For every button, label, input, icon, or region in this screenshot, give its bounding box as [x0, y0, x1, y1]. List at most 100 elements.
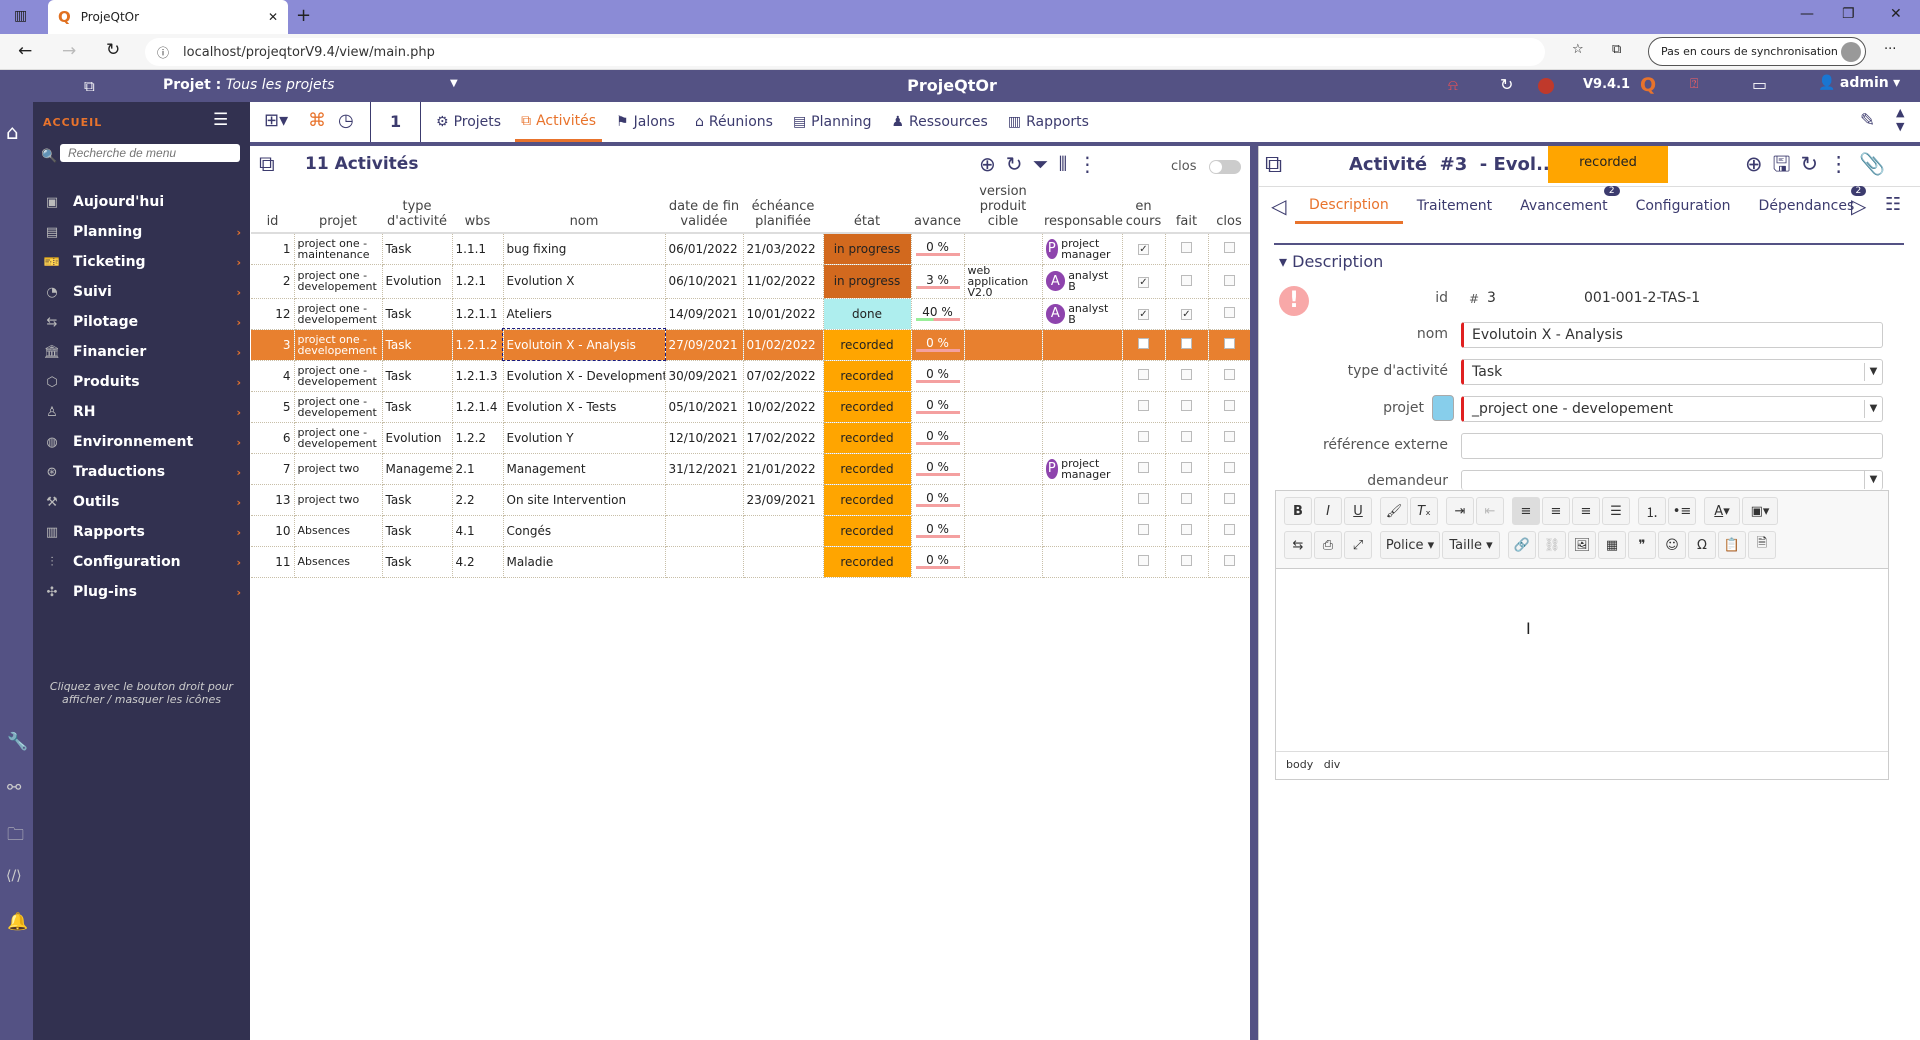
background-color-button[interactable]: ▣▾: [1742, 497, 1778, 525]
panel-splitter[interactable]: [1250, 146, 1258, 1040]
tab-activit-s[interactable]: ⧉ Activités: [515, 102, 603, 142]
link-button[interactable]: 🔗: [1508, 531, 1536, 559]
sidebar-item-traductions[interactable]: ⊛ Traductions ›: [41, 459, 241, 485]
open-count[interactable]: 1: [390, 112, 401, 131]
sidebar-item-aujourd-hui[interactable]: ▣ Aujourd'hui: [41, 189, 241, 215]
list-view-icon[interactable]: ☷: [1885, 194, 1901, 215]
alert-icon[interactable]: ⍾: [1448, 76, 1458, 94]
checkbox-en_cours[interactable]: ✓: [1138, 309, 1149, 320]
table-row[interactable]: 6 project one - developement Evolution 1.2.…: [251, 422, 1251, 454]
text-color-button[interactable]: A ▾: [1704, 497, 1740, 525]
checkbox-clos[interactable]: [1223, 524, 1235, 535]
table-row[interactable]: 4 project one - developement Task 1.2.1.3 Ev…: [251, 360, 1251, 392]
unlink-button[interactable]: ⛓: [1538, 531, 1566, 559]
checkbox-fait[interactable]: [1181, 338, 1192, 349]
external-reference-input[interactable]: [1461, 433, 1883, 459]
outdent-button[interactable]: ⇤: [1476, 497, 1504, 525]
detail-tab-traitement[interactable]: Traitement: [1403, 188, 1506, 224]
align-center-button[interactable]: ≡: [1542, 497, 1570, 525]
table-row[interactable]: 1 project one - maintenance Task 1.1.1 bug f…: [251, 233, 1251, 265]
column-header[interactable]: en cours: [1122, 184, 1165, 234]
indent-button[interactable]: ⇥: [1446, 497, 1474, 525]
sidebar-item-configuration[interactable]: ⫶ Configuration ›: [41, 549, 241, 575]
filter-icon[interactable]: ⏷: [1033, 152, 1059, 176]
size-select[interactable]: Taille ▾: [1442, 531, 1500, 559]
requester-select[interactable]: ▼: [1461, 470, 1883, 490]
underline-button[interactable]: U: [1344, 497, 1372, 525]
column-header[interactable]: wbs: [452, 184, 503, 234]
more-options-icon[interactable]: ⋮: [1828, 152, 1859, 176]
remove-format-button[interactable]: Tₓ: [1410, 497, 1438, 525]
folder-icon[interactable]: 🗀: [7, 822, 24, 851]
checkbox-clos[interactable]: [1223, 400, 1235, 411]
link-icon[interactable]: ⚯: [7, 778, 21, 798]
column-header[interactable]: échéance planifiée: [743, 184, 823, 234]
checkbox-fait[interactable]: [1181, 369, 1192, 380]
column-header[interactable]: id: [251, 184, 294, 234]
column-header[interactable]: projet: [294, 184, 382, 234]
column-header[interactable]: clos: [1208, 184, 1250, 234]
table-row[interactable]: 7project twoManagement2.1Management31/12…: [251, 453, 1251, 485]
edit-icon[interactable]: ✎: [1860, 110, 1875, 131]
columns-icon[interactable]: ⦀: [1059, 152, 1078, 176]
checkbox-fait[interactable]: ✓: [1181, 309, 1192, 320]
closed-toggle[interactable]: [1209, 160, 1241, 174]
checkbox-en_cours[interactable]: [1138, 431, 1149, 442]
detail-tab-avancement[interactable]: Avancement 2: [1506, 186, 1621, 224]
format-painter-button[interactable]: 🖌: [1380, 497, 1408, 525]
monitor-icon[interactable]: ▭: [1752, 75, 1767, 94]
prev-tab-icon[interactable]: ◁: [1271, 194, 1286, 218]
tab-projets[interactable]: ⚙ Projets: [430, 102, 507, 142]
special-char-button[interactable]: Ω: [1688, 531, 1716, 559]
checkbox-en_cours[interactable]: ✓: [1138, 244, 1149, 256]
copy-icon[interactable]: ⊕: [1745, 152, 1773, 176]
checkbox-clos[interactable]: [1223, 431, 1235, 442]
tab-ressources[interactable]: ♟ Ressources: [885, 102, 993, 142]
align-left-button[interactable]: ≡: [1512, 497, 1540, 525]
reload-icon[interactable]: ↻: [106, 40, 120, 60]
restore-icon[interactable]: ❐: [1842, 6, 1855, 22]
column-header[interactable]: type d'activité: [382, 184, 452, 234]
user-menu[interactable]: 👤 admin ▾: [1818, 75, 1900, 91]
table-row[interactable]: 13 project two Task 2.2 On site Intervention…: [251, 484, 1251, 516]
table-row[interactable]: 10 Absences Task 4.1 Congés recorded 0 %: [251, 515, 1251, 547]
tab-jalons[interactable]: ⚑ Jalons: [610, 102, 681, 142]
sidebar-item-planning[interactable]: ▤ Planning ›: [41, 219, 241, 245]
image-button[interactable]: 🖼: [1568, 531, 1596, 559]
url-input[interactable]: ⓘ localhost/projeqtorV9.4/view/main.php: [145, 38, 1545, 66]
checkbox-clos[interactable]: [1223, 493, 1235, 504]
new-tab-icon[interactable]: +: [296, 5, 311, 26]
sidebar-item-environnement[interactable]: ◍ Environnement ›: [41, 429, 241, 455]
source-button[interactable]: 🗎: [1748, 531, 1776, 559]
checkbox-fait[interactable]: [1181, 274, 1192, 286]
history-icon[interactable]: ◷: [338, 110, 354, 131]
checkbox-en_cours[interactable]: [1138, 462, 1149, 473]
checkbox-en_cours[interactable]: [1138, 400, 1149, 411]
bullet-list-button[interactable]: •≡: [1668, 497, 1696, 525]
maximize-button[interactable]: ⤢: [1344, 531, 1372, 559]
column-header[interactable]: responsable: [1042, 184, 1123, 234]
refresh-icon[interactable]: ↻: [1801, 152, 1829, 176]
attachment-icon[interactable]: 📎: [1859, 152, 1895, 176]
save-icon[interactable]: 🖫: [1773, 152, 1801, 176]
path-div[interactable]: div: [1324, 758, 1341, 771]
numbered-list-button[interactable]: ⒈: [1638, 497, 1666, 525]
detail-tab-d-pendances[interactable]: Dépendances 2: [1745, 186, 1869, 224]
more-options-icon[interactable]: ⋮: [1077, 152, 1107, 176]
checkbox-fait[interactable]: [1181, 242, 1192, 254]
editor-content[interactable]: I: [1276, 569, 1888, 751]
favorites-icon[interactable]: ☆: [1572, 42, 1584, 57]
checkbox-clos[interactable]: [1223, 369, 1235, 380]
collections-icon[interactable]: ⧉: [1612, 42, 1621, 57]
tools-icon[interactable]: 🔧: [7, 732, 28, 752]
font-select[interactable]: Police ▾: [1380, 531, 1440, 559]
checkbox-en_cours[interactable]: [1138, 369, 1149, 380]
forward-icon[interactable]: →: [62, 41, 76, 61]
close-tab-icon[interactable]: ✕: [268, 10, 278, 24]
tab-rapports[interactable]: ▥ Rapports: [1002, 102, 1095, 142]
record-icon[interactable]: [1538, 78, 1554, 94]
sidebar-item-suivi[interactable]: ◔ Suivi ›: [41, 279, 241, 305]
more-icon[interactable]: ···: [1884, 42, 1896, 57]
checkbox-fait[interactable]: [1181, 400, 1192, 411]
checkbox-clos[interactable]: [1223, 242, 1235, 254]
